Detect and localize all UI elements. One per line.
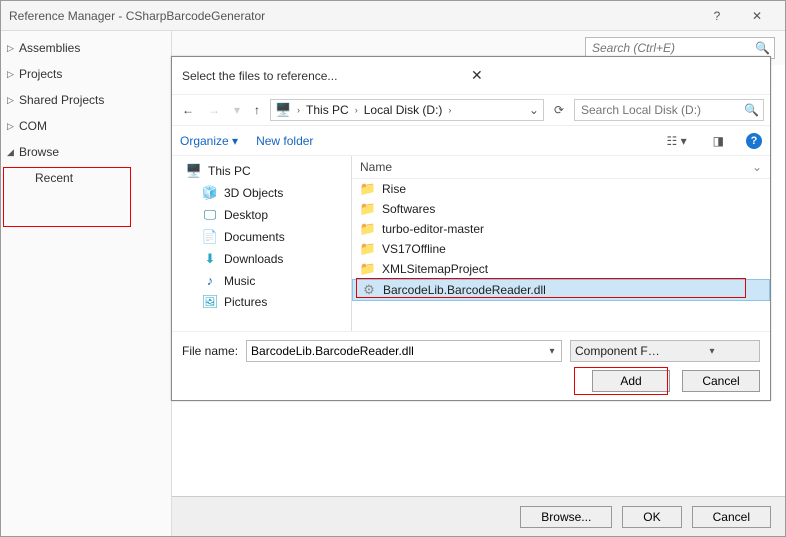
- sidebar-item-com[interactable]: ▷COM: [1, 115, 171, 137]
- dialog-search-input[interactable]: 🔍: [574, 99, 764, 121]
- dialog-search-field[interactable]: [579, 102, 744, 118]
- filename-input[interactable]: ▾: [246, 340, 562, 362]
- window-title: Reference Manager - CSharpBarcodeGenerat…: [9, 9, 697, 23]
- music-icon: ♪: [202, 273, 218, 288]
- chevron-right-icon: ›: [355, 105, 358, 115]
- sidebar-item-projects[interactable]: ▷Projects: [1, 63, 171, 85]
- filter-dropdown-icon: ▾: [665, 346, 759, 357]
- sidebar-item-shared-projects[interactable]: ▷Shared Projects: [1, 89, 171, 111]
- chevron-right-icon: ›: [448, 105, 451, 115]
- nav-back-button[interactable]: ←: [178, 101, 198, 119]
- file-row[interactable]: 📁XMLSitemapProject: [352, 259, 770, 279]
- dialog-navbar: ← → ▾ ↑ 🖥️ › This PC › Local Disk (D:) ›…: [172, 94, 770, 126]
- crumb-drive[interactable]: Local Disk (D:): [364, 103, 443, 117]
- filename-row: File name: ▾ Component Files (*.dll;*.tl…: [182, 340, 760, 362]
- file-list: Name ⌄ 📁Rise 📁Softwares 📁turbo-editor-ma…: [352, 156, 770, 331]
- file-row[interactable]: 📁turbo-editor-master: [352, 219, 770, 239]
- filter-text: Component Files (*.dll;*.tlb;*.ol: [571, 344, 665, 358]
- dialog-toolbar: Organize ▾ New folder ☷ ▾ ◨ ?: [172, 126, 770, 156]
- tree-item-pictures[interactable]: 🖼Pictures: [172, 291, 351, 313]
- file-row-selected[interactable]: ⚙BarcodeLib.BarcodeReader.dll: [352, 279, 770, 301]
- folder-icon: 📁: [360, 181, 376, 197]
- list-header: Name ⌄: [352, 156, 770, 179]
- cancel-button[interactable]: Cancel: [692, 506, 771, 528]
- reference-manager-window: Reference Manager - CSharpBarcodeGenerat…: [0, 0, 786, 537]
- nav-history-dropdown[interactable]: ▾: [230, 101, 244, 119]
- file-row[interactable]: 📁Softwares: [352, 199, 770, 219]
- dialog-bottom: File name: ▾ Component Files (*.dll;*.tl…: [172, 331, 770, 400]
- folder-icon: 📁: [360, 221, 376, 237]
- nav-forward-button[interactable]: →: [204, 101, 224, 119]
- ok-button[interactable]: OK: [622, 506, 681, 528]
- sidebar-item-assemblies[interactable]: ▷Assemblies: [1, 37, 171, 59]
- file-row[interactable]: 📁Rise: [352, 179, 770, 199]
- add-button[interactable]: Add: [592, 370, 670, 392]
- help-button[interactable]: ?: [697, 9, 737, 23]
- filename-field[interactable]: [247, 344, 543, 358]
- sidebar: ▷Assemblies ▷Projects ▷Shared Projects ▷…: [1, 31, 171, 536]
- document-icon: 📄: [202, 229, 218, 245]
- dialog-cancel-button[interactable]: Cancel: [682, 370, 760, 392]
- chevron-right-icon: ▷: [7, 95, 14, 106]
- desktop-icon: 🖵: [202, 207, 218, 223]
- chevron-right-icon: ▷: [7, 43, 14, 54]
- close-button[interactable]: ✕: [737, 9, 777, 23]
- folder-tree[interactable]: 🖥️This PC 🧊3D Objects 🖵Desktop 📄Document…: [172, 156, 352, 331]
- download-icon: ⬇: [202, 251, 218, 267]
- folder-icon: 📁: [360, 241, 376, 257]
- filename-dropdown[interactable]: ▾: [543, 346, 561, 357]
- search-icon: 🔍: [755, 41, 770, 55]
- dialog-titlebar: Select the files to reference... ✕: [172, 57, 770, 94]
- address-bar[interactable]: 🖥️ › This PC › Local Disk (D:) › ⌄: [270, 99, 544, 121]
- refresh-button[interactable]: ⟳: [550, 103, 568, 117]
- pc-icon: 🖥️: [275, 102, 291, 118]
- tree-item-desktop[interactable]: 🖵Desktop: [172, 204, 351, 226]
- tree-item-documents[interactable]: 📄Documents: [172, 226, 351, 248]
- folder-icon: 📁: [360, 261, 376, 277]
- action-row: Add Cancel: [182, 370, 760, 392]
- file-dialog: Select the files to reference... ✕ ← → ▾…: [171, 56, 771, 401]
- cube-icon: 🧊: [202, 185, 218, 201]
- tree-item-3dobjects[interactable]: 🧊3D Objects: [172, 182, 351, 204]
- nav-up-button[interactable]: ↑: [250, 101, 264, 119]
- column-name[interactable]: Name: [360, 160, 752, 174]
- dialog-close-button[interactable]: ✕: [465, 65, 760, 86]
- filetype-filter[interactable]: Component Files (*.dll;*.tlb;*.ol ▾: [570, 340, 760, 362]
- dll-icon: ⚙: [361, 282, 377, 298]
- address-dropdown[interactable]: ⌄: [529, 103, 539, 117]
- titlebar: Reference Manager - CSharpBarcodeGenerat…: [1, 1, 785, 31]
- file-list-scroll[interactable]: 📁Rise 📁Softwares 📁turbo-editor-master 📁V…: [352, 179, 770, 331]
- sidebar-item-recent[interactable]: Recent: [1, 167, 171, 189]
- tree-item-thispc[interactable]: 🖥️This PC: [172, 160, 351, 182]
- column-dropdown-icon[interactable]: ⌄: [752, 160, 762, 174]
- folder-icon: 📁: [360, 201, 376, 217]
- picture-icon: 🖼: [202, 294, 218, 310]
- search-icon: 🔍: [744, 103, 759, 117]
- chevron-right-icon: ›: [297, 105, 300, 115]
- tree-item-music[interactable]: ♪Music: [172, 270, 351, 291]
- dialog-body: 🖥️This PC 🧊3D Objects 🖵Desktop 📄Document…: [172, 156, 770, 331]
- filename-label: File name:: [182, 344, 238, 358]
- help-icon[interactable]: ?: [746, 133, 762, 149]
- browse-button[interactable]: Browse...: [520, 506, 612, 528]
- preview-pane-button[interactable]: ◨: [709, 134, 728, 148]
- newfolder-button[interactable]: New folder: [256, 134, 313, 148]
- search-field[interactable]: [590, 40, 755, 56]
- chevron-right-icon: ▷: [7, 69, 14, 80]
- organize-dropdown[interactable]: Organize ▾: [180, 134, 238, 148]
- dialog-title: Select the files to reference...: [182, 69, 465, 83]
- tree-item-downloads[interactable]: ⬇Downloads: [172, 248, 351, 270]
- pc-icon: 🖥️: [186, 163, 202, 179]
- sidebar-item-browse[interactable]: ◢Browse: [1, 141, 171, 163]
- file-row[interactable]: 📁VS17Offline: [352, 239, 770, 259]
- crumb-thispc[interactable]: This PC: [306, 103, 349, 117]
- chevron-right-icon: ▷: [7, 121, 14, 132]
- chevron-down-icon: ◢: [7, 147, 14, 158]
- bottombar: Browse... OK Cancel: [172, 496, 785, 536]
- view-options-button[interactable]: ☷ ▾: [663, 134, 691, 148]
